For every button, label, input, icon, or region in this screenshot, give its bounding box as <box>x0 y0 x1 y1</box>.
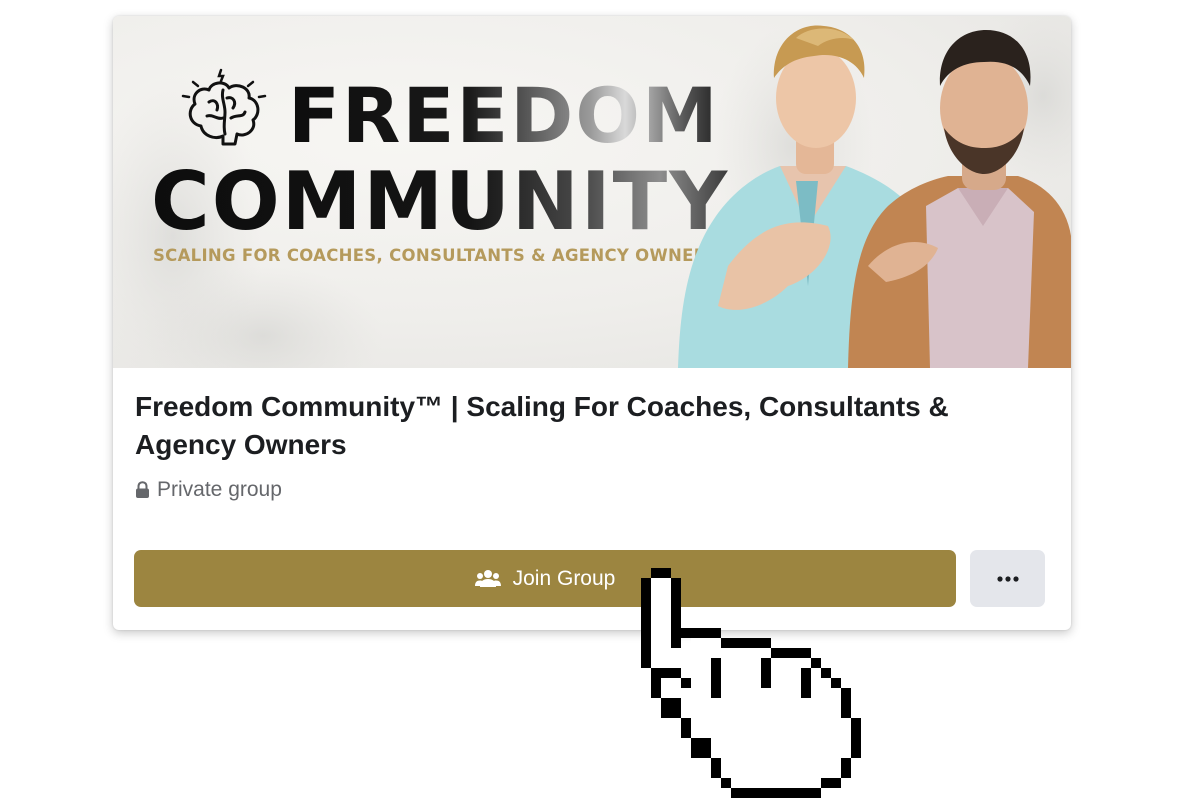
more-options-icon <box>996 575 1019 582</box>
group-card: FREEDOM COMMUNITY SCALING FOR COACHES, C… <box>113 16 1071 630</box>
privacy-label: Private group <box>157 478 282 501</box>
banner-title-line-1: FREEDOM <box>288 71 720 160</box>
brain-icon <box>181 68 267 146</box>
banner-title-line-2: COMMUNITY <box>151 155 730 248</box>
group-info: Freedom Community™ | Scaling For Coaches… <box>135 388 1045 502</box>
people-icon <box>474 569 501 587</box>
privacy-status: Private group <box>135 478 1045 502</box>
cover-people-photo <box>678 25 1071 368</box>
join-button-label: Join Group <box>512 566 616 590</box>
banner-tagline: SCALING FOR COACHES, CONSULTANTS & AGENC… <box>153 246 719 265</box>
group-name[interactable]: Freedom Community™ | Scaling For Coaches… <box>135 388 1045 464</box>
more-options-button[interactable] <box>970 550 1045 607</box>
lock-icon <box>136 481 149 498</box>
pointing-hand-cursor-icon <box>641 568 861 798</box>
cover-photo: FREEDOM COMMUNITY SCALING FOR COACHES, C… <box>113 16 1071 368</box>
